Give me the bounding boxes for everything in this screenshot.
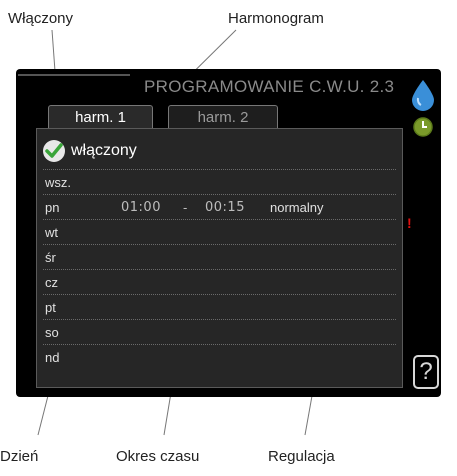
enabled-label: włączony xyxy=(71,142,137,159)
day-label: wsz. xyxy=(45,175,71,190)
screen-title: PROGRAMOWANIE C.W.U. 2.3 xyxy=(144,77,395,96)
day-label: pn xyxy=(45,200,60,215)
day-label: nd xyxy=(45,350,60,365)
clock-icon xyxy=(412,116,434,143)
schedule-row[interactable]: nd xyxy=(43,344,396,369)
schedule-row[interactable]: wt xyxy=(43,219,396,244)
day-label: pt xyxy=(45,300,56,315)
check-icon xyxy=(43,140,65,162)
schedule-row[interactable]: so xyxy=(43,319,396,344)
day-label: so xyxy=(45,325,59,340)
enabled-toggle[interactable]: włączony xyxy=(43,139,137,163)
callout-adjustment: Regulacja xyxy=(268,448,335,465)
callout-schedule: Harmonogram xyxy=(228,10,324,27)
tab-schedule-2[interactable]: harm. 2 xyxy=(168,105,278,129)
schedule-row[interactable]: wsz. xyxy=(43,169,396,194)
callout-day: Dzień xyxy=(0,448,39,465)
callout-time-period: Okres czasu xyxy=(116,448,200,465)
title-divider xyxy=(18,74,130,76)
end-time: 00:15 xyxy=(205,200,245,215)
start-time: 01:00 xyxy=(121,200,161,215)
schedule-row[interactable]: pt xyxy=(43,294,396,319)
day-label: wt xyxy=(45,225,58,240)
schedule-rows: wsz. pn 01:00 - 00:15 normalny wt śr cz … xyxy=(43,169,396,369)
schedule-row[interactable]: pn 01:00 - 00:15 normalny xyxy=(43,194,396,219)
mode-label: normalny xyxy=(270,200,324,215)
help-icon[interactable]: ? xyxy=(413,355,439,389)
device-screen: PROGRAMOWANIE C.W.U. 2.3 harm. 1 harm. 2… xyxy=(16,69,441,397)
tab-schedule-1[interactable]: harm. 1 xyxy=(48,105,153,129)
time-separator: - xyxy=(183,200,188,215)
day-label: śr xyxy=(45,250,56,265)
schedule-row[interactable]: śr xyxy=(43,244,396,269)
water-drop-icon xyxy=(409,79,437,116)
day-label: cz xyxy=(45,275,58,290)
warning-mark: ! xyxy=(407,215,412,231)
callout-enabled: Włączony xyxy=(8,10,74,27)
schedule-panel: włączony wsz. pn 01:00 - 00:15 normalny … xyxy=(36,128,403,388)
schedule-row[interactable]: cz xyxy=(43,269,396,294)
